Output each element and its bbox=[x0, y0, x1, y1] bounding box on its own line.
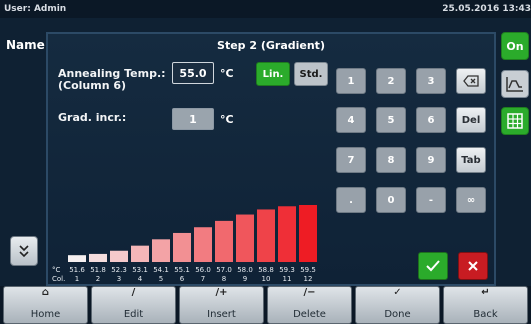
chart-value-label: 59.5 bbox=[300, 266, 316, 274]
chart-value-label: 58.0 bbox=[237, 266, 253, 274]
chart-bar bbox=[215, 220, 233, 262]
status-bar: User: Admin 25.05.2016 13:43 bbox=[0, 0, 531, 18]
insert-button[interactable]: /+ Insert bbox=[179, 286, 264, 324]
table-icon bbox=[507, 113, 523, 129]
insert-icon: /+ bbox=[215, 287, 228, 298]
chart-value-label: 58.8 bbox=[258, 266, 274, 274]
chart-column-header: Col. bbox=[52, 275, 65, 283]
chart-bar bbox=[110, 250, 128, 262]
chart-column-label: 7 bbox=[201, 275, 205, 283]
chart-column-label: 11 bbox=[283, 275, 292, 283]
chart-bar bbox=[173, 232, 191, 262]
back-label: Back bbox=[473, 309, 498, 320]
chart-column-label: 6 bbox=[180, 275, 185, 283]
scroll-down-button[interactable] bbox=[10, 236, 38, 266]
datetime-label: 25.05.2016 13:43 bbox=[442, 4, 531, 14]
chart-column-label: 5 bbox=[159, 275, 163, 283]
chart-value-label: 57.0 bbox=[216, 266, 232, 274]
done-button[interactable]: ✓ Done bbox=[355, 286, 440, 324]
cancel-button[interactable] bbox=[458, 252, 488, 280]
graph-view-button[interactable] bbox=[501, 70, 529, 98]
back-icon: ↵ bbox=[481, 287, 490, 298]
graph-icon bbox=[506, 77, 523, 92]
chart-column-label: 10 bbox=[262, 275, 271, 283]
chart-column-label: 1 bbox=[75, 275, 79, 283]
on-button[interactable]: On bbox=[501, 32, 529, 60]
home-button[interactable]: ⌂ Home bbox=[3, 286, 88, 324]
table-view-button[interactable] bbox=[501, 107, 529, 135]
chart-unit-label: °C bbox=[52, 266, 61, 274]
on-label: On bbox=[506, 39, 524, 53]
edit-label: Edit bbox=[123, 309, 144, 320]
chart-value-label: 59.3 bbox=[279, 266, 295, 274]
chart-bar bbox=[257, 209, 275, 262]
chart-bar bbox=[299, 205, 317, 262]
home-icon: ⌂ bbox=[41, 287, 50, 298]
chart-column-label: 8 bbox=[222, 275, 226, 283]
edit-button[interactable]: / Edit bbox=[91, 286, 176, 324]
chart-bar bbox=[68, 255, 86, 262]
done-label: Done bbox=[384, 309, 411, 320]
checkmark-icon bbox=[426, 260, 440, 272]
chevron-down-icon bbox=[19, 245, 29, 258]
chart-bar bbox=[278, 206, 296, 262]
delete-icon: /− bbox=[303, 287, 316, 298]
bottom-toolbar: ⌂ Home / Edit /+ Insert /− Delete ✓ Done… bbox=[0, 286, 531, 324]
chart-value-label: 52.3 bbox=[111, 266, 127, 274]
chart-column-label: 3 bbox=[117, 275, 121, 283]
name-column-header: Name bbox=[6, 38, 45, 52]
chart-column-label: 12 bbox=[304, 275, 313, 283]
chart-column-label: 4 bbox=[138, 275, 143, 283]
chart-bar bbox=[89, 253, 107, 262]
chart-column-label: 9 bbox=[243, 275, 247, 283]
back-button[interactable]: ↵ Back bbox=[443, 286, 528, 324]
delete-button[interactable]: /− Delete bbox=[267, 286, 352, 324]
chart-bar bbox=[152, 239, 170, 262]
gradient-step-dialog: Step 2 (Gradient) Annealing Temp.: (Colu… bbox=[46, 32, 496, 286]
home-label: Home bbox=[30, 309, 61, 320]
done-icon: ✓ bbox=[393, 287, 402, 298]
chart-value-label: 51.8 bbox=[90, 266, 106, 274]
chart-value-label: 56.0 bbox=[195, 266, 211, 274]
confirm-button[interactable] bbox=[418, 252, 448, 280]
chart-bar bbox=[194, 227, 212, 262]
chart-value-label: 54.1 bbox=[153, 266, 169, 274]
insert-label: Insert bbox=[207, 309, 236, 320]
user-label: User: Admin bbox=[4, 4, 67, 14]
edit-icon: / bbox=[131, 287, 136, 298]
chart-value-label: 53.1 bbox=[132, 266, 148, 274]
close-icon bbox=[468, 261, 478, 271]
gradient-bar-chart: 51.61 51.82 52.33 53.14 54.15 55.16 56.07 57.08… bbox=[52, 205, 317, 283]
delete-label: Delete bbox=[293, 309, 326, 320]
chart-bar bbox=[236, 214, 254, 262]
chart-value-label: 51.6 bbox=[69, 266, 85, 274]
chart-column-label: 2 bbox=[96, 275, 100, 283]
chart-bar bbox=[131, 245, 149, 262]
chart-value-label: 55.1 bbox=[174, 266, 190, 274]
